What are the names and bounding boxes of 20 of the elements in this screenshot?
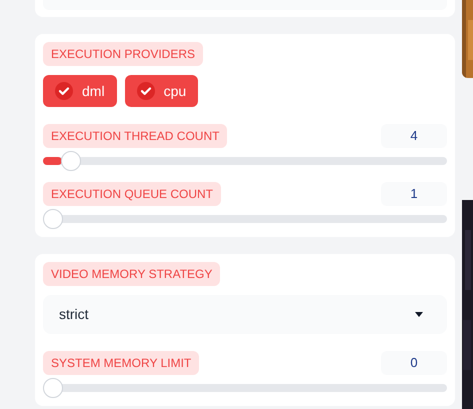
slider-thumb[interactable] [61, 151, 82, 171]
checkmark-icon [136, 82, 155, 100]
number-field[interactable]: 0 [381, 351, 447, 375]
slider-thumb[interactable] [43, 209, 63, 229]
provider-checkbox[interactable]: cpu [124, 75, 198, 107]
field-label: VIDEO MEMORY STRATEGY [43, 262, 220, 286]
field-label: EXECUTION QUEUE COUNT [43, 182, 222, 206]
field-label: EXECUTION PROVIDERS [43, 42, 204, 66]
checkmark-icon [55, 82, 73, 100]
caret-icon [415, 312, 423, 317]
provider-checkbox[interactable]: dml [43, 75, 117, 107]
slider[interactable] [43, 378, 447, 398]
field-label: SYSTEM MEMORY LIMIT [43, 351, 200, 375]
strategy-dropdown[interactable]: strict [43, 295, 447, 334]
slider[interactable] [43, 151, 447, 171]
slider-thumb[interactable] [43, 378, 63, 398]
slider[interactable] [43, 209, 447, 229]
number-field[interactable]: 1 [381, 182, 447, 206]
number-field[interactable]: 4 [381, 124, 447, 148]
field-label: EXECUTION THREAD COUNT [43, 124, 228, 148]
